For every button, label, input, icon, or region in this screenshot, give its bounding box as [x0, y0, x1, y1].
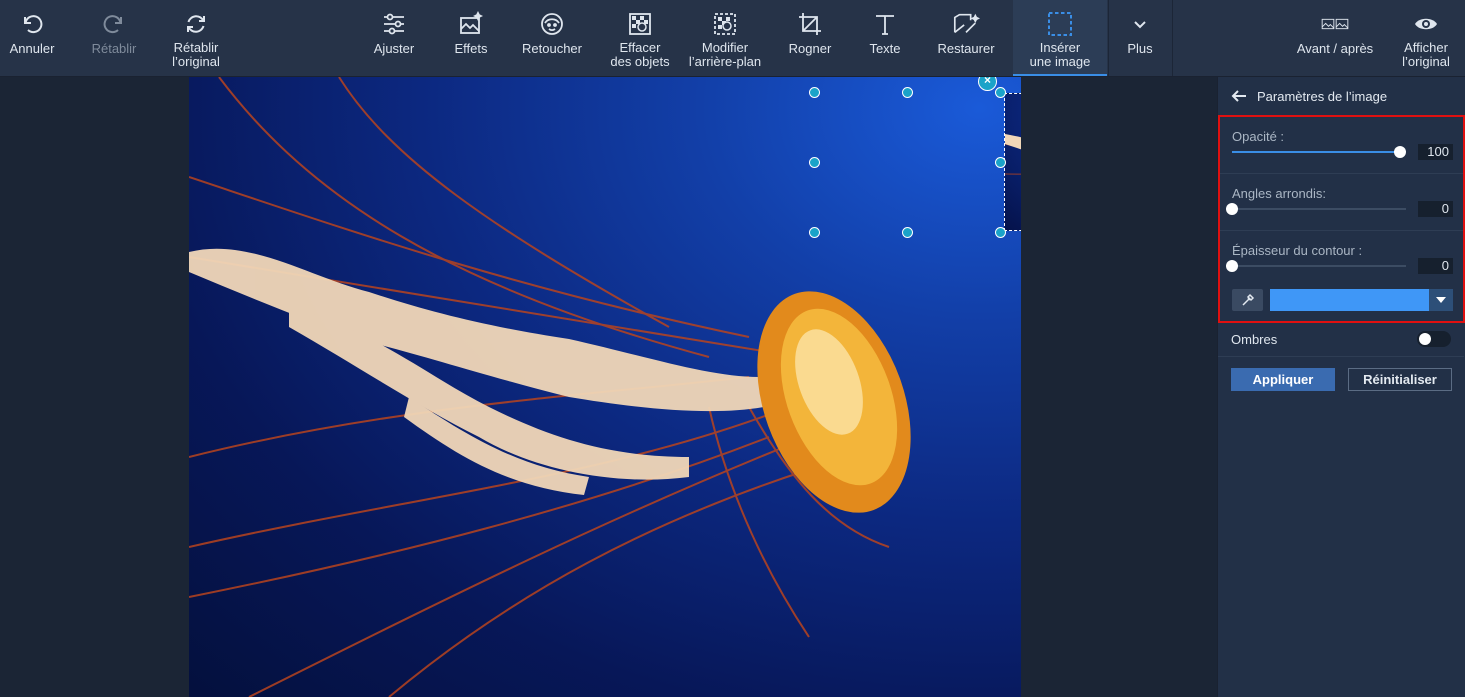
show-original-button[interactable]: Afficher l’original [1388, 0, 1464, 76]
resize-handle-top[interactable] [902, 87, 913, 98]
rounded-corners-label: Angles arrondis: [1232, 186, 1326, 201]
erase-objects-label: Effacer des objets [610, 40, 670, 69]
opacity-value[interactable]: 100 [1418, 144, 1453, 160]
outline-thickness-label: Épaisseur du contour : [1232, 243, 1363, 258]
resize-handle-left[interactable] [809, 157, 820, 168]
shadows-toggle[interactable] [1417, 331, 1451, 347]
resize-handle-top-right[interactable] [995, 87, 1006, 98]
restore-original-label: Rétablir l’original [172, 40, 220, 69]
background-icon [711, 10, 739, 38]
undo-label: Annuler [9, 41, 55, 56]
opacity-slider-knob[interactable] [1394, 146, 1406, 158]
highlighted-settings-group: Opacité : 100 Angles arrondis: 0 Épaisse… [1218, 115, 1465, 323]
insert-image-button[interactable]: Insérer une image [1013, 0, 1107, 76]
rounded-corners-slider[interactable] [1226, 203, 1406, 215]
eyedropper-button[interactable] [1232, 289, 1263, 311]
resize-handle-bottom[interactable] [902, 227, 913, 238]
erase-objects-icon [626, 10, 654, 38]
text-button[interactable]: Texte [858, 0, 912, 76]
adjust-button[interactable]: Ajuster [362, 0, 426, 76]
show-original-label: Afficher l’original [1402, 40, 1450, 69]
panel-title: Paramètres de l’image [1257, 88, 1388, 104]
eye-icon [1412, 10, 1440, 38]
crop-button[interactable]: Rogner [781, 0, 839, 76]
more-button[interactable]: Plus [1110, 0, 1170, 76]
dropdown-arrow-icon [1429, 289, 1453, 311]
adjust-label: Ajuster [373, 41, 415, 56]
before-after-icon [1321, 10, 1349, 38]
erase-objects-button[interactable]: Effacer des objets [603, 0, 677, 76]
rounded-corners-value[interactable]: 0 [1418, 201, 1453, 217]
before-after-label: Avant / après [1296, 41, 1374, 56]
canvas-area: × [0, 77, 1217, 697]
panel-header: Paramètres de l’image [1218, 77, 1465, 115]
inserted-image[interactable] [1004, 93, 1021, 231]
toggle-knob [1419, 333, 1431, 345]
undo-icon [18, 10, 46, 38]
change-background-button[interactable]: Modifier l’arrière-plan [682, 0, 768, 76]
crop-label: Rogner [788, 41, 832, 56]
apply-button[interactable]: Appliquer [1231, 368, 1335, 391]
redo-label: Rétablir [91, 41, 137, 56]
restore-button[interactable]: Restaurer [927, 0, 1005, 76]
opacity-slider-fill [1232, 151, 1400, 153]
outline-thickness-slider-knob[interactable] [1226, 260, 1238, 272]
eyedropper-icon [1241, 293, 1254, 306]
toolbar-divider [1108, 0, 1109, 76]
insert-image-label: Insérer une image [1029, 40, 1091, 69]
refresh-icon [182, 10, 210, 38]
undo-button[interactable]: Annuler [0, 0, 64, 76]
change-background-label: Modifier l’arrière-plan [688, 40, 762, 69]
outline-thickness-value[interactable]: 0 [1418, 258, 1453, 274]
toolbar: Annuler Rétablir Rétablir l’original Aju… [0, 0, 1465, 77]
opacity-slider[interactable] [1232, 146, 1406, 158]
back-arrow-icon[interactable] [1230, 87, 1248, 105]
resize-handle-right[interactable] [995, 157, 1006, 168]
divider [1218, 356, 1464, 357]
resize-handle-bottom-right[interactable] [995, 227, 1006, 238]
inset-jellyfish-illustration [1005, 134, 1021, 175]
restore-original-button[interactable]: Rétablir l’original [160, 0, 232, 76]
restore-label: Restaurer [937, 41, 995, 56]
outline-color-dropdown[interactable] [1270, 289, 1453, 311]
main-photo[interactable]: × [189, 77, 1021, 697]
opacity-label: Opacité : [1232, 129, 1285, 144]
magic-wand-icon [952, 10, 980, 38]
redo-icon [100, 10, 128, 38]
face-icon [538, 10, 566, 38]
retouch-label: Retoucher [522, 41, 582, 56]
shadows-label: Ombres [1231, 332, 1278, 347]
insert-image-icon [1046, 10, 1074, 38]
text-icon [871, 10, 899, 38]
more-label: Plus [1127, 41, 1153, 56]
text-label: Texte [869, 41, 901, 56]
shadows-row: Ombres [1218, 325, 1464, 355]
toolbar-divider [1172, 0, 1173, 76]
resize-handle-bottom-left[interactable] [809, 227, 820, 238]
effects-label: Effets [454, 41, 488, 56]
retouch-button[interactable]: Retoucher [515, 0, 589, 76]
divider [1220, 173, 1463, 174]
jellyfish-illustration [189, 77, 911, 697]
resize-handle-top-left[interactable] [809, 87, 820, 98]
divider [1220, 230, 1463, 231]
effects-icon [457, 10, 485, 38]
rounded-corners-slider-knob[interactable] [1226, 203, 1238, 215]
outline-thickness-slider[interactable] [1226, 260, 1406, 272]
effects-button[interactable]: Effets [440, 0, 502, 76]
sliders-icon [380, 10, 408, 38]
before-after-button[interactable]: Avant / après [1288, 0, 1382, 76]
crop-icon [796, 10, 824, 38]
reset-button[interactable]: Réinitialiser [1348, 368, 1452, 391]
redo-button[interactable]: Rétablir [82, 0, 146, 76]
image-settings-panel: Paramètres de l’image Opacité : 100 Angl… [1217, 77, 1465, 697]
chevron-down-icon [1126, 10, 1154, 38]
